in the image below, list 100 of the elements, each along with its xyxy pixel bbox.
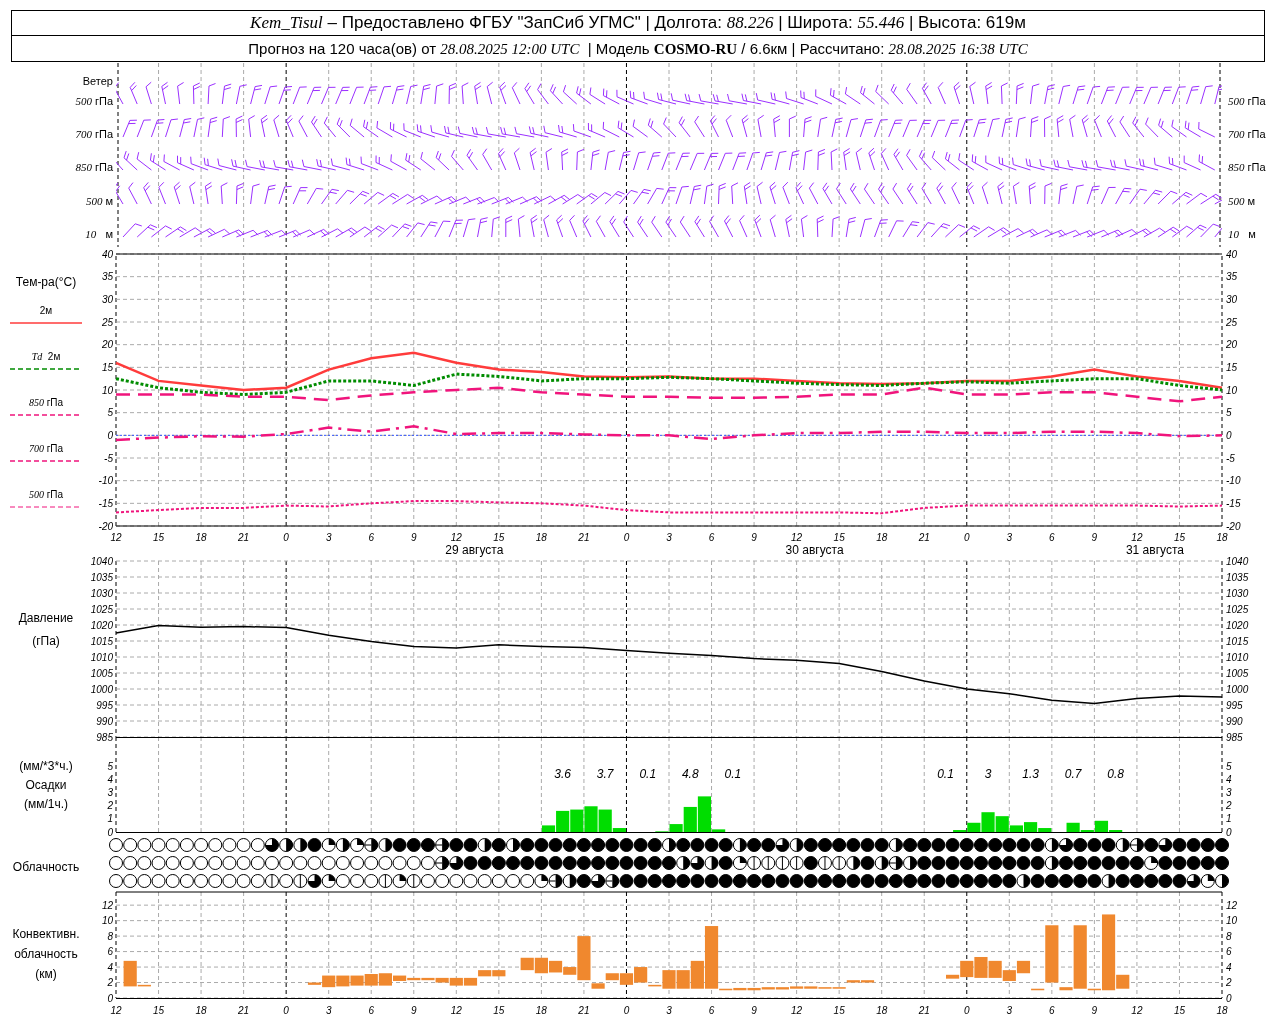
tick-label: 1025: [90, 603, 113, 615]
tick-label: 0: [964, 1005, 970, 1016]
tick-label: 5: [107, 760, 113, 772]
tick-label: 21: [578, 1005, 590, 1016]
tick-label: 1: [1226, 813, 1232, 825]
tick-label: 6: [1049, 1005, 1055, 1016]
tick-label: 0: [964, 532, 970, 543]
tick-label: 15: [833, 532, 845, 543]
tick-label: 0: [1226, 992, 1232, 1004]
tick-label: 0: [623, 1005, 630, 1016]
precipitation-total: 4.8: [681, 767, 699, 781]
tick-label: 18: [535, 1005, 547, 1016]
tick-label: 15: [833, 1005, 845, 1016]
tick-label: 6: [107, 946, 113, 958]
tick-label: 4: [1226, 773, 1232, 785]
tick-label: 1020: [1226, 619, 1249, 631]
tick-label: 21: [918, 1005, 930, 1016]
tick-label: 1040: [90, 555, 113, 567]
tick-label: 10: [101, 915, 113, 927]
tick-label: 3: [1006, 1005, 1013, 1016]
wind-level-label: Ветер: [82, 75, 113, 87]
tick-label: 3: [325, 1005, 332, 1016]
tick-label: 0: [283, 1005, 289, 1016]
date-label: 30 августа: [785, 543, 844, 557]
tick-label: 21: [578, 532, 590, 543]
tick-label: 15: [153, 532, 165, 543]
temperature-title: Тем-ра(°C): [15, 274, 77, 290]
tick-label: 21: [238, 1005, 250, 1016]
tick-label: 10: [1226, 915, 1238, 927]
precipitation-total: 3.7: [596, 767, 614, 781]
tick-label: 1025: [1226, 603, 1249, 615]
precipitation-total: 1.3: [1022, 767, 1039, 781]
tick-label: 1000: [1226, 683, 1249, 695]
tick-label: 12: [110, 1005, 122, 1016]
precipitation-label: (мм/1ч.): [23, 797, 69, 812]
tick-label: 1005: [90, 667, 113, 679]
wind-level-label: 700 гПа: [1228, 128, 1266, 140]
tick-label: 0: [283, 532, 289, 543]
tick-label: 8: [1226, 930, 1232, 942]
precipitation-total: 0.8: [1107, 767, 1124, 781]
tick-label: 18: [195, 1005, 207, 1016]
tick-label: 35: [101, 271, 113, 283]
tick-label: 40: [101, 248, 113, 260]
tick-label: 1010: [90, 651, 113, 663]
tick-label: 3: [1226, 786, 1232, 798]
tick-label: 10: [101, 384, 113, 396]
legend-label: 700 гПа: [28, 442, 64, 456]
tick-label: 6: [1049, 532, 1055, 543]
tick-label: 0: [1226, 826, 1232, 838]
wind-level-label: 700 гПа: [75, 128, 113, 140]
legend-label: 500 гПа: [28, 488, 64, 502]
tick-label: 0: [107, 992, 113, 1004]
tick-label: 9: [751, 1005, 757, 1016]
precipitation-total: 0.1: [639, 767, 657, 781]
tick-label: 1010: [1226, 651, 1249, 663]
tick-label: -15: [98, 497, 113, 509]
tick-label: 990: [1226, 715, 1243, 727]
tick-label: 0: [107, 429, 113, 441]
tick-label: 30: [101, 293, 113, 305]
pressure-label: (гПа): [32, 633, 60, 649]
tick-label: 12: [1131, 532, 1143, 543]
legend-label: 850 гПа: [28, 396, 64, 410]
tick-label: 18: [195, 532, 207, 543]
wind-level-label: 850 гПа: [75, 161, 113, 173]
tick-label: 8: [107, 930, 113, 942]
tick-label: 1: [107, 813, 113, 825]
tick-label: 6: [1226, 946, 1232, 958]
tick-label: 9: [1091, 532, 1098, 543]
tick-label: 995: [96, 699, 113, 711]
tick-label: 12: [450, 1005, 462, 1016]
tick-label: 12: [1131, 1005, 1143, 1016]
pressure-label: Давление: [18, 610, 74, 626]
tick-label: 1035: [1226, 571, 1249, 583]
tick-label: 5: [107, 407, 113, 419]
tick-label: 15: [1173, 532, 1185, 543]
precipitation-total: 0.1: [724, 767, 742, 781]
tick-label: 9: [1091, 1005, 1098, 1016]
tick-label: 21: [918, 532, 930, 543]
tick-label: 21: [238, 532, 250, 543]
precipitation-label: (мм/*3*ч.): [19, 759, 73, 774]
wind-level-label: 500 гПа: [1228, 95, 1266, 107]
tick-label: 985: [1226, 731, 1243, 743]
tick-label: 995: [1226, 699, 1243, 711]
tick-label: 9: [411, 1005, 417, 1016]
tick-label: 1040: [1226, 555, 1249, 567]
cloudiness-label: Облачность: [12, 859, 80, 875]
precipitation-total: 0.7: [1064, 767, 1082, 781]
tick-label: 1000: [90, 683, 113, 695]
tick-label: 2: [107, 800, 113, 812]
tick-label: 1030: [1226, 587, 1249, 599]
tick-label: 5: [1226, 760, 1232, 772]
precipitation-label: Осадки: [25, 778, 67, 793]
tick-label: 18: [535, 532, 547, 543]
tick-label: 1020: [90, 619, 113, 631]
tick-label: 0: [623, 532, 630, 543]
tick-label: 4: [107, 961, 113, 973]
tick-label: 18: [876, 1005, 888, 1016]
date-label: 29 августа: [445, 543, 504, 557]
tick-label: 0: [107, 826, 113, 838]
tick-label: 1015: [90, 635, 113, 647]
